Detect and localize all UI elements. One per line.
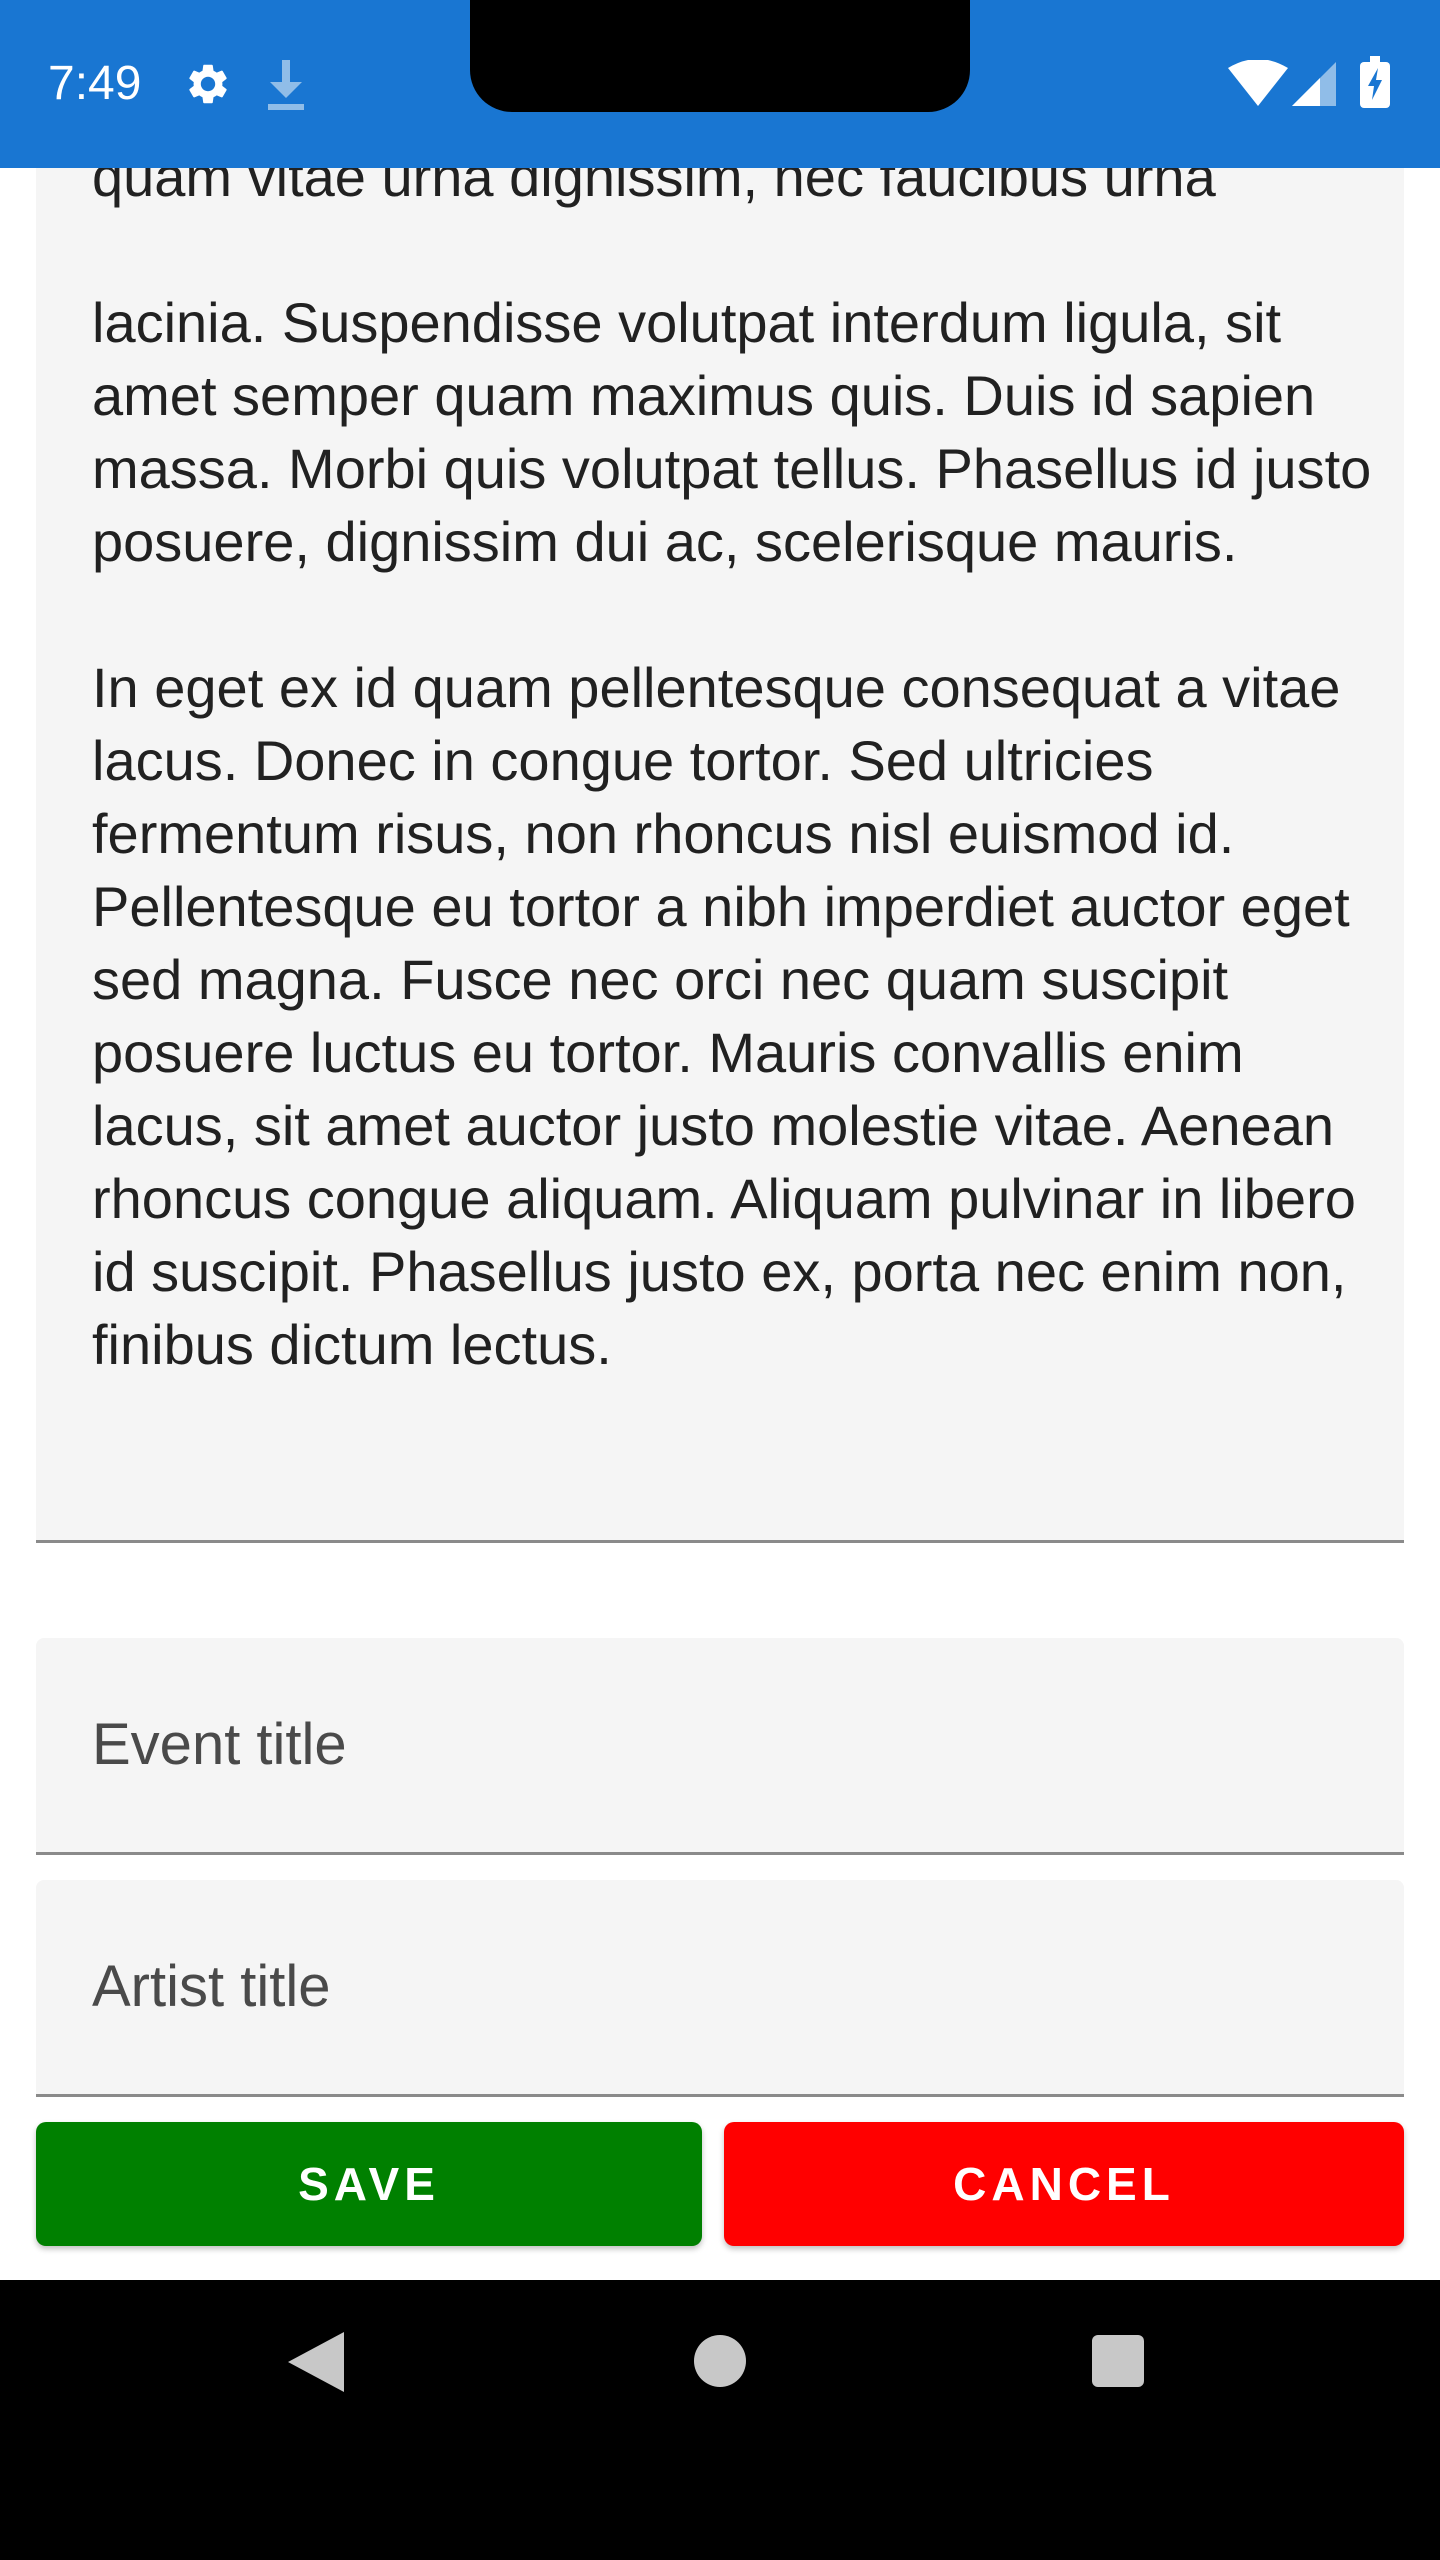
artist-title-placeholder: Artist title xyxy=(92,1954,331,2019)
signal-icon xyxy=(1292,62,1336,106)
cancel-button[interactable]: CANCEL xyxy=(724,2122,1404,2246)
camera-notch xyxy=(470,0,970,112)
battery-charging-icon xyxy=(1360,56,1390,108)
back-icon[interactable] xyxy=(288,2332,344,2392)
description-paragraph: In eget ex id quam pellentesque consequa… xyxy=(92,656,1356,1376)
status-time: 7:49 xyxy=(48,57,142,110)
artist-title-field[interactable]: Artist title xyxy=(36,1880,1404,2097)
wifi-icon xyxy=(1228,60,1288,106)
event-title-field[interactable]: Event title xyxy=(36,1638,1404,1855)
recents-icon[interactable] xyxy=(1092,2335,1144,2387)
gear-icon xyxy=(189,64,227,104)
download-icon xyxy=(268,60,304,110)
event-title-placeholder: Event title xyxy=(92,1712,347,1777)
description-partial-line: quam vitae urna dignissim, nec faucibus … xyxy=(92,168,1216,208)
description-text: quam vitae urna dignissim, nec faucibus … xyxy=(92,168,1392,1454)
navigation-bar xyxy=(0,2280,1440,2560)
description-paragraph: lacinia. Suspendisse volutpat interdum l… xyxy=(92,291,1372,573)
home-icon[interactable] xyxy=(694,2335,746,2387)
description-textarea[interactable]: quam vitae urna dignissim, nec faucibus … xyxy=(36,168,1404,1543)
save-button[interactable]: SAVE xyxy=(36,2122,702,2246)
status-bar: 7:49 xyxy=(0,0,1440,168)
